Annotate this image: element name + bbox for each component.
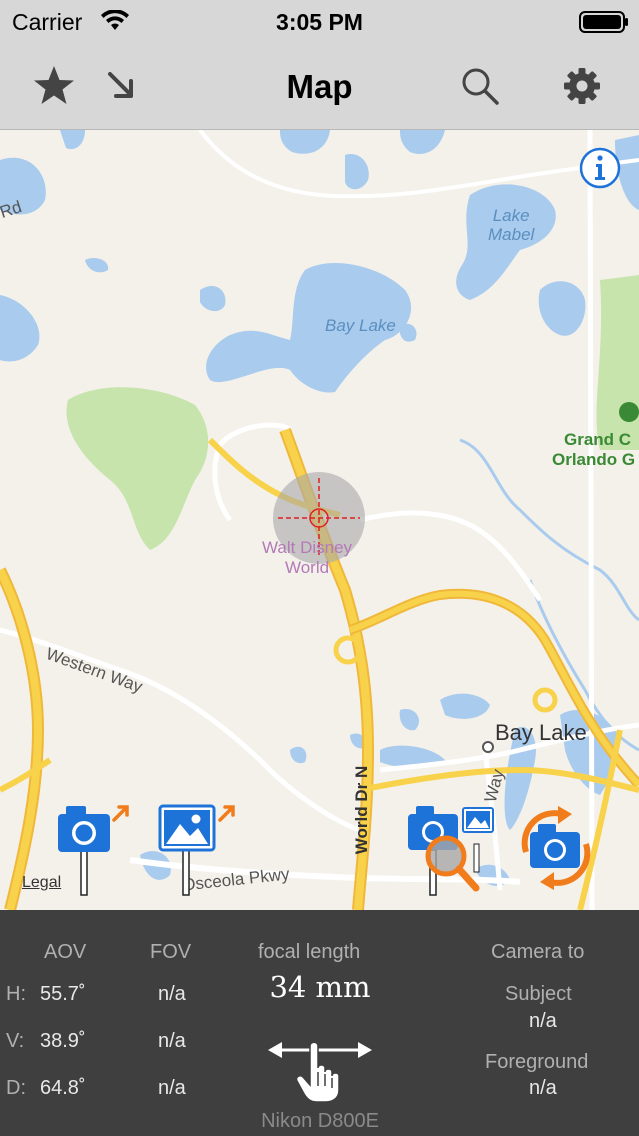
poi-label-line: Walt Disney — [262, 538, 353, 557]
fov-h-value: n/a — [158, 983, 186, 1005]
focal-length-value: 34 mm — [269, 970, 371, 1004]
poi-label-line: World — [284, 558, 330, 577]
fov-d-value: n/a — [158, 1077, 186, 1099]
camera-icon — [58, 806, 110, 852]
water-label-line: Lake — [492, 206, 530, 225]
pin-stick — [182, 849, 190, 896]
fov-header: FOV — [150, 941, 192, 963]
zoom-pin[interactable] — [406, 802, 498, 897]
focal-length-header: focal length — [258, 941, 361, 963]
park-label-line: Grand C — [564, 430, 632, 449]
subject-value: n/a — [529, 1010, 557, 1032]
info-icon[interactable] — [579, 147, 621, 189]
nav-bar: Map — [0, 44, 639, 130]
place-label: Bay Lake — [495, 720, 587, 745]
camera-icon — [530, 824, 580, 868]
axis-label-h: H: — [6, 983, 26, 1005]
foreground-label: Foreground — [485, 1051, 589, 1073]
axis-label-d: D: — [6, 1077, 26, 1099]
battery-icon — [579, 11, 628, 33]
water-label: Lake Mabel — [488, 206, 534, 244]
water-label-line: Mabel — [488, 225, 535, 244]
water-label: Bay Lake — [325, 316, 396, 335]
move-arrow-icon — [218, 805, 235, 822]
fov-v-value: n/a — [158, 1030, 186, 1052]
camera-pin[interactable] — [56, 802, 132, 897]
clock: 3:05 PM — [276, 9, 363, 35]
foreground-value: n/a — [529, 1077, 557, 1099]
info-panel: AOV FOV focal length Camera to 34 mm H: … — [0, 910, 639, 1136]
gear-icon — [564, 68, 600, 104]
pin-stick — [80, 849, 88, 896]
subject-pin[interactable] — [158, 802, 238, 897]
status-bar: Carrier 3:05 PM — [0, 0, 639, 44]
camera-model-label: Nikon D800E — [261, 1110, 379, 1132]
aov-d-value: 64.8˚ — [40, 1077, 86, 1099]
move-arrow-icon — [112, 805, 129, 822]
aov-h-value: 55.7˚ — [40, 983, 86, 1005]
search-button[interactable] — [456, 62, 504, 110]
poi-label: Walt Disney World — [262, 538, 352, 578]
subject-label: Subject — [505, 983, 572, 1005]
swipe-hand-icon — [268, 1041, 372, 1103]
rotate-camera-button[interactable] — [514, 802, 598, 894]
park-label: Grand C Orlando G — [552, 430, 635, 470]
road-label: World Dr N — [352, 765, 372, 855]
photo-icon — [462, 807, 494, 873]
photo-icon — [158, 804, 216, 852]
camera-to-header: Camera to — [491, 941, 585, 963]
park-label-line: Orlando G — [552, 450, 636, 469]
page-title: Map — [286, 68, 353, 105]
map-view[interactable]: Rd Lake Mabel Bay Lake Grand C Orlando G… — [0, 130, 639, 910]
search-icon — [462, 68, 499, 105]
focal-length-slider[interactable] — [266, 1032, 374, 1104]
settings-button[interactable] — [558, 62, 606, 110]
aov-v-value: 38.9˚ — [40, 1030, 86, 1052]
aov-header: AOV — [44, 941, 87, 963]
map-base — [0, 130, 639, 910]
axis-label-v: V: — [6, 1030, 25, 1052]
